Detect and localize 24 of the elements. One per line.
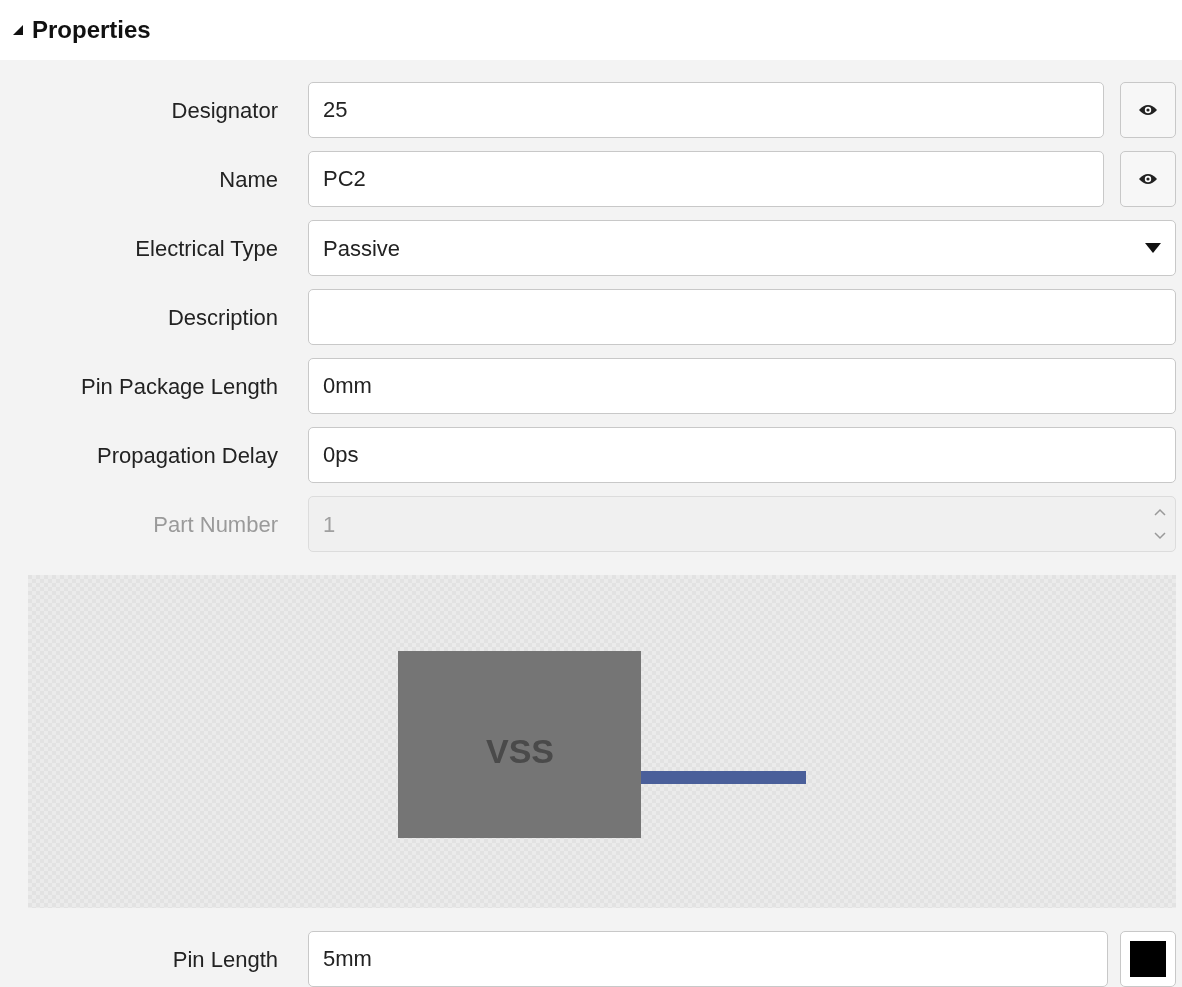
text-field[interactable]: 0mm — [308, 358, 1176, 414]
text-field[interactable]: 0ps — [308, 427, 1176, 483]
text-field[interactable]: 5mm — [308, 931, 1108, 987]
field-label: Name — [218, 165, 278, 194]
spinner-arrows-icon — [1153, 507, 1167, 541]
field-label: Pin Package Length — [80, 372, 278, 401]
field-label: Description — [166, 303, 278, 332]
section-title: Properties — [32, 15, 151, 45]
collapse-triangle-icon[interactable] — [12, 24, 24, 36]
field-label: Pin Length — [171, 945, 278, 974]
field-label: Designator — [170, 96, 278, 125]
visibility-button[interactable] — [1120, 82, 1176, 138]
eye-icon — [1138, 172, 1158, 186]
eye-icon — [1138, 103, 1158, 117]
dropdown[interactable]: Passive — [308, 220, 1176, 276]
field-label: Propagation Delay — [96, 441, 278, 470]
caret-icon — [1145, 243, 1161, 253]
color-picker-button[interactable] — [1120, 931, 1176, 987]
visibility-button[interactable] — [1120, 151, 1176, 207]
field-label: Part Number — [152, 510, 278, 539]
field-label: Electrical Type — [134, 234, 278, 263]
text-field[interactable]: 25 — [308, 82, 1104, 138]
text-field[interactable]: PC2 — [308, 151, 1104, 207]
text-field[interactable] — [308, 289, 1176, 345]
